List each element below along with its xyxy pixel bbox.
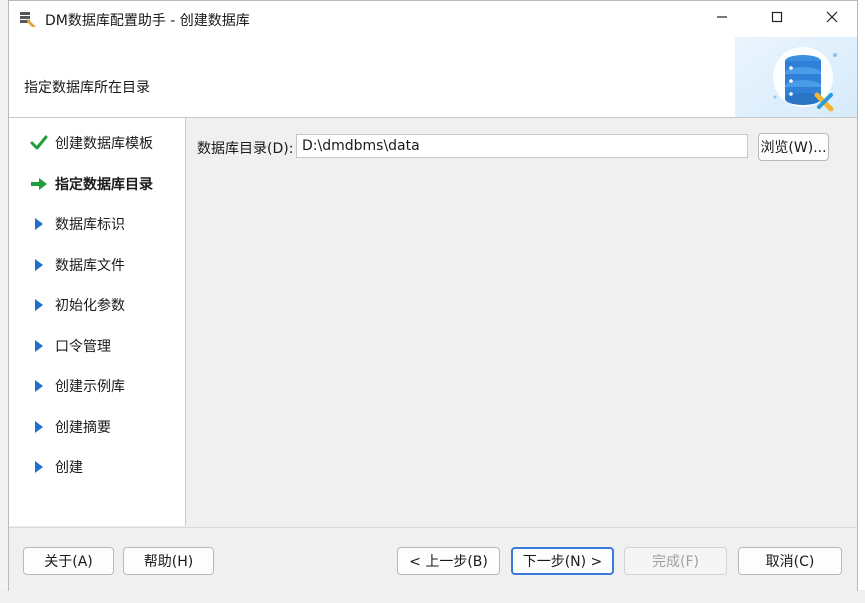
triangle-right-icon xyxy=(29,255,49,275)
app-icon xyxy=(19,10,37,28)
maximize-icon xyxy=(771,11,783,27)
minimize-icon xyxy=(716,11,728,27)
step-label: 创建示例库 xyxy=(55,379,125,395)
dialog-window: DM数据库配置助手 - 创建数据库 指定数据库所在目录 创建数据库模板 指定数据… xyxy=(8,0,858,591)
triangle-right-icon xyxy=(29,417,49,437)
arrow-right-icon xyxy=(29,174,49,194)
steps-panel: 创建数据库模板 指定数据库目录 数据库标识 数据库文件 初始化参数 口令管理 创… xyxy=(9,118,186,526)
step-init-params: 初始化参数 xyxy=(29,294,125,316)
wizard-footer: 关于(A) 帮助(H) < 上一步(B) 下一步(N) > 完成(F) 取消(C… xyxy=(9,527,857,591)
step-create: 创建 xyxy=(29,456,83,478)
page-subtitle: 指定数据库所在目录 xyxy=(24,80,150,96)
step-label: 数据库标识 xyxy=(55,217,125,233)
step-summary: 创建摘要 xyxy=(29,416,111,438)
finish-button[interactable]: 完成(F) xyxy=(624,547,727,575)
step-sample-db: 创建示例库 xyxy=(29,375,125,397)
browse-button[interactable]: 浏览(W)... xyxy=(758,133,829,161)
step-specify-directory: 指定数据库目录 xyxy=(29,173,153,195)
step-label: 创建数据库模板 xyxy=(55,136,153,152)
title-bar[interactable]: DM数据库配置助手 - 创建数据库 xyxy=(9,1,857,37)
close-button[interactable] xyxy=(809,1,855,37)
minimize-button[interactable] xyxy=(699,1,745,37)
cancel-button[interactable]: 取消(C) xyxy=(738,547,842,575)
next-button[interactable]: 下一步(N) > xyxy=(511,547,614,575)
previous-button[interactable]: < 上一步(B) xyxy=(397,547,500,575)
triangle-right-icon xyxy=(29,376,49,396)
check-icon xyxy=(29,133,49,153)
about-button[interactable]: 关于(A) xyxy=(23,547,114,575)
triangle-right-icon xyxy=(29,457,49,477)
window-title: DM数据库配置助手 - 创建数据库 xyxy=(45,13,250,29)
close-icon xyxy=(826,11,838,27)
directory-input[interactable] xyxy=(296,134,748,158)
triangle-right-icon xyxy=(29,214,49,234)
triangle-right-icon xyxy=(29,295,49,315)
step-database-identity: 数据库标识 xyxy=(29,213,125,235)
step-label: 口令管理 xyxy=(55,339,111,355)
step-create-template: 创建数据库模板 xyxy=(29,132,153,154)
step-label: 数据库文件 xyxy=(55,258,125,274)
step-label: 创建 xyxy=(55,460,83,476)
step-password: 口令管理 xyxy=(29,335,111,357)
maximize-button[interactable] xyxy=(754,1,800,37)
step-label: 指定数据库目录 xyxy=(55,177,153,193)
step-label: 初始化参数 xyxy=(55,298,125,314)
content-panel: 数据库目录(D): 浏览(W)... xyxy=(186,118,857,526)
triangle-right-icon xyxy=(29,336,49,356)
directory-label: 数据库目录(D): xyxy=(197,141,294,157)
step-database-files: 数据库文件 xyxy=(29,254,125,276)
background-app-edge-bottom xyxy=(0,590,865,603)
database-gear-icon xyxy=(735,37,857,117)
step-label: 创建摘要 xyxy=(55,420,111,436)
wizard-header: 指定数据库所在目录 xyxy=(9,37,857,118)
help-button[interactable]: 帮助(H) xyxy=(123,547,214,575)
